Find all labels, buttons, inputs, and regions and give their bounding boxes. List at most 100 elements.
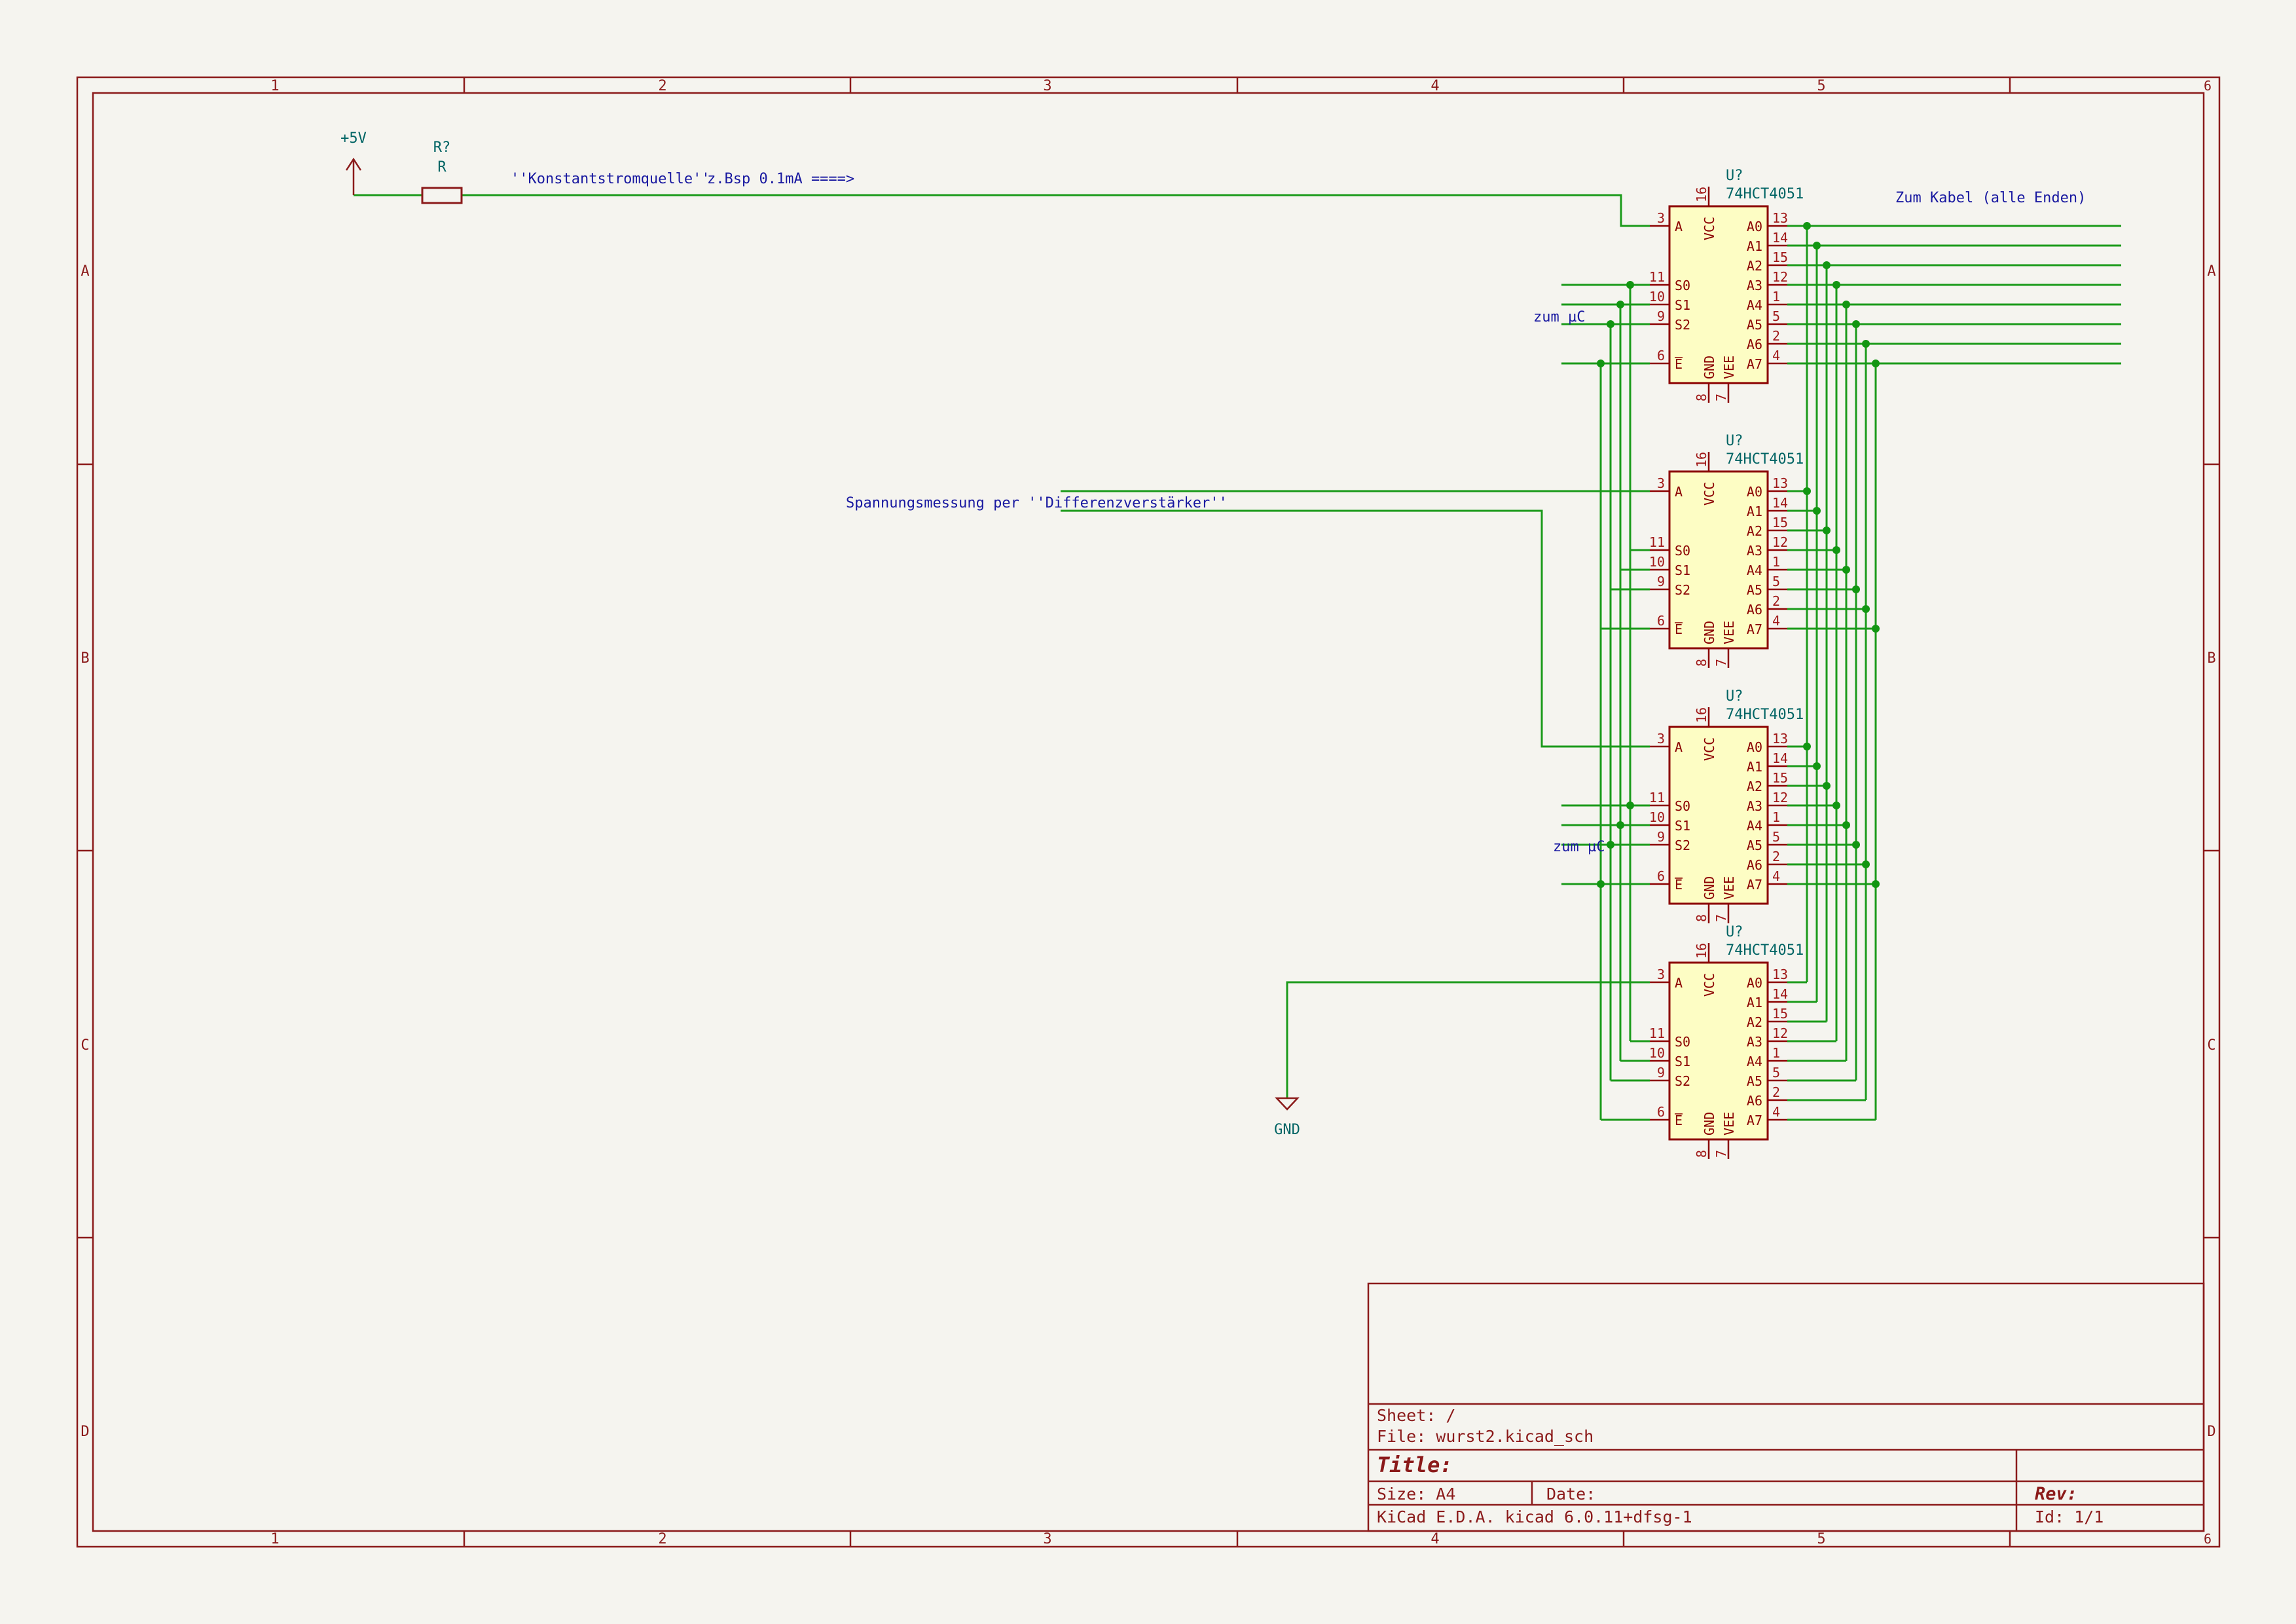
chip-pin-name: VCC bbox=[1702, 217, 1717, 240]
chip-pin-number: 15 bbox=[1772, 1006, 1788, 1022]
chips: U?74HCT40513A11S010S19S26E13A014A115A212… bbox=[1649, 168, 1804, 1159]
junction-dot bbox=[1813, 242, 1821, 249]
gnd-symbol[interactable]: GND bbox=[1274, 1097, 1300, 1138]
label-to-cable: Zum Kabel (alle Enden) bbox=[1895, 190, 2086, 206]
chip-pin-number: 5 bbox=[1772, 829, 1780, 845]
chip-pin-number: 10 bbox=[1649, 289, 1665, 304]
chip-pin-number: 8 bbox=[1694, 394, 1709, 401]
junction-dot bbox=[1823, 261, 1831, 269]
chip-pin-name: A7 bbox=[1747, 1113, 1762, 1128]
junction-dot bbox=[1803, 487, 1811, 495]
junction-dot bbox=[1852, 585, 1860, 593]
chip-pin-name: S0 bbox=[1675, 543, 1690, 559]
chip-pin-number: 2 bbox=[1772, 1084, 1780, 1100]
chip-pin-number: 2 bbox=[1772, 593, 1780, 609]
junction-dot bbox=[1852, 320, 1860, 328]
title-block-rev: Rev: bbox=[2035, 1484, 2077, 1504]
chip-pin-number: 15 bbox=[1772, 249, 1788, 265]
chip-pin-number: 5 bbox=[1772, 308, 1780, 324]
chip-pin-number: 6 bbox=[1657, 868, 1665, 884]
chip-pin-name: A0 bbox=[1747, 739, 1762, 755]
chip-pin-number: 3 bbox=[1657, 967, 1665, 982]
junction-dot bbox=[1862, 340, 1870, 348]
chip-74hct4051[interactable]: U?74HCT40513A11S010S19S26E13A014A115A212… bbox=[1649, 688, 1804, 923]
frame-column-label: 5 bbox=[1817, 78, 1825, 94]
chip-pin-name: A6 bbox=[1747, 602, 1762, 618]
chip-pin-number: 11 bbox=[1649, 269, 1665, 285]
chip-pin-name: A4 bbox=[1747, 297, 1762, 313]
chip-pin-number: 3 bbox=[1657, 475, 1665, 491]
chip-pin-number: 16 bbox=[1694, 452, 1709, 468]
label-example-current: z.Bsp 0.1mA ====> bbox=[707, 171, 854, 187]
junction-dot bbox=[1852, 841, 1860, 849]
chip-pin-name: S1 bbox=[1675, 563, 1690, 578]
chip-pin-name: A5 bbox=[1747, 838, 1762, 853]
chip-pin-name: S1 bbox=[1675, 1054, 1690, 1069]
title-block-sheet: Sheet: / bbox=[1377, 1406, 1455, 1425]
chip-pin-name: A4 bbox=[1747, 1054, 1762, 1069]
chip-pin-number: 4 bbox=[1772, 868, 1780, 884]
title-block-tool: KiCad E.D.A. kicad 6.0.11+dfsg-1 bbox=[1377, 1507, 1692, 1526]
chip-pin-name: A2 bbox=[1747, 779, 1762, 794]
power-5v-label: +5V bbox=[340, 130, 367, 147]
chip-pin-name: VEE bbox=[1721, 876, 1737, 900]
wire bbox=[1286, 981, 1650, 1098]
chip-pin-name: A5 bbox=[1747, 582, 1762, 598]
resistor-value: R bbox=[437, 159, 446, 175]
label-to-uc-bottom: zum µC bbox=[1553, 839, 1605, 855]
title-block-title: Title: bbox=[1377, 1452, 1453, 1477]
chip-ref: U? bbox=[1726, 433, 1743, 449]
junction-dot bbox=[1616, 301, 1624, 308]
frame-row-label: B bbox=[2207, 650, 2215, 667]
chip-pin-name: A1 bbox=[1747, 238, 1762, 254]
junction-dot bbox=[1872, 360, 1880, 367]
chip-pin-name: A bbox=[1675, 739, 1683, 755]
frame-row-label: D bbox=[81, 1424, 89, 1440]
chip-pin-number: 1 bbox=[1772, 809, 1780, 825]
junction-dot bbox=[1862, 860, 1870, 868]
chip-74hct4051[interactable]: U?74HCT40513A11S010S19S26E13A014A115A212… bbox=[1649, 168, 1804, 403]
chip-pin-name: A1 bbox=[1747, 995, 1762, 1010]
junction-dot bbox=[1813, 507, 1821, 515]
chip-pin-number: 7 bbox=[1713, 394, 1729, 401]
chip-pin-number: 13 bbox=[1772, 967, 1788, 982]
chip-74hct4051[interactable]: U?74HCT40513A11S010S19S26E13A014A115A212… bbox=[1649, 433, 1804, 668]
chip-pin-name: A2 bbox=[1747, 1014, 1762, 1030]
chip-pin-number: 1 bbox=[1772, 554, 1780, 570]
chip-pin-number: 6 bbox=[1657, 613, 1665, 629]
chip-pin-name: S2 bbox=[1675, 317, 1690, 333]
chip-pin-name: S1 bbox=[1675, 818, 1690, 834]
chip-pin-name: VCC bbox=[1702, 482, 1717, 506]
chip-part: 74HCT4051 bbox=[1726, 707, 1804, 723]
chip-pin-number: 13 bbox=[1772, 210, 1788, 226]
chip-pin-name: VCC bbox=[1702, 737, 1717, 761]
power-5v-symbol[interactable]: +5V bbox=[340, 130, 367, 195]
label-voltage-measure: Spannungsmessung per ''Differenzverstärk… bbox=[846, 495, 1228, 511]
chip-pin-number: 7 bbox=[1713, 659, 1729, 667]
title-block: Sheet: / File: wurst2.kicad_sch Title: S… bbox=[1367, 1282, 2205, 1532]
frame-row-label: C bbox=[81, 1037, 89, 1054]
chip-pin-number: 14 bbox=[1772, 986, 1788, 1002]
title-block-date: Date: bbox=[1546, 1485, 1595, 1504]
chip-pin-number: 5 bbox=[1772, 574, 1780, 589]
junction-dot bbox=[1842, 566, 1850, 574]
resistor-r[interactable]: R? R bbox=[421, 139, 463, 204]
chip-part: 74HCT4051 bbox=[1726, 942, 1804, 959]
chip-pin-number: 9 bbox=[1657, 574, 1665, 589]
junction-dot bbox=[1616, 821, 1624, 829]
chip-74hct4051[interactable]: U?74HCT40513A11S010S19S26E13A014A115A212… bbox=[1649, 924, 1804, 1159]
title-block-id: Id: 1/1 bbox=[2035, 1507, 2104, 1526]
frame-column-label: 3 bbox=[1043, 1531, 1051, 1547]
junction-dot bbox=[1832, 281, 1840, 289]
chip-pin-name: E bbox=[1675, 877, 1683, 893]
chip-pin-name: S2 bbox=[1675, 1073, 1690, 1089]
junction-dot bbox=[1607, 841, 1614, 849]
chip-pin-number: 16 bbox=[1694, 943, 1709, 959]
frame-column-label: 1 bbox=[270, 1531, 279, 1547]
chip-pin-name: A2 bbox=[1747, 523, 1762, 539]
wire bbox=[1061, 509, 1650, 748]
title-block-size: Size: A4 bbox=[1377, 1485, 1455, 1504]
frame-column-label: 6 bbox=[2204, 78, 2212, 94]
frame-column-label: 3 bbox=[1043, 78, 1051, 94]
chip-pin-number: 16 bbox=[1694, 187, 1709, 202]
